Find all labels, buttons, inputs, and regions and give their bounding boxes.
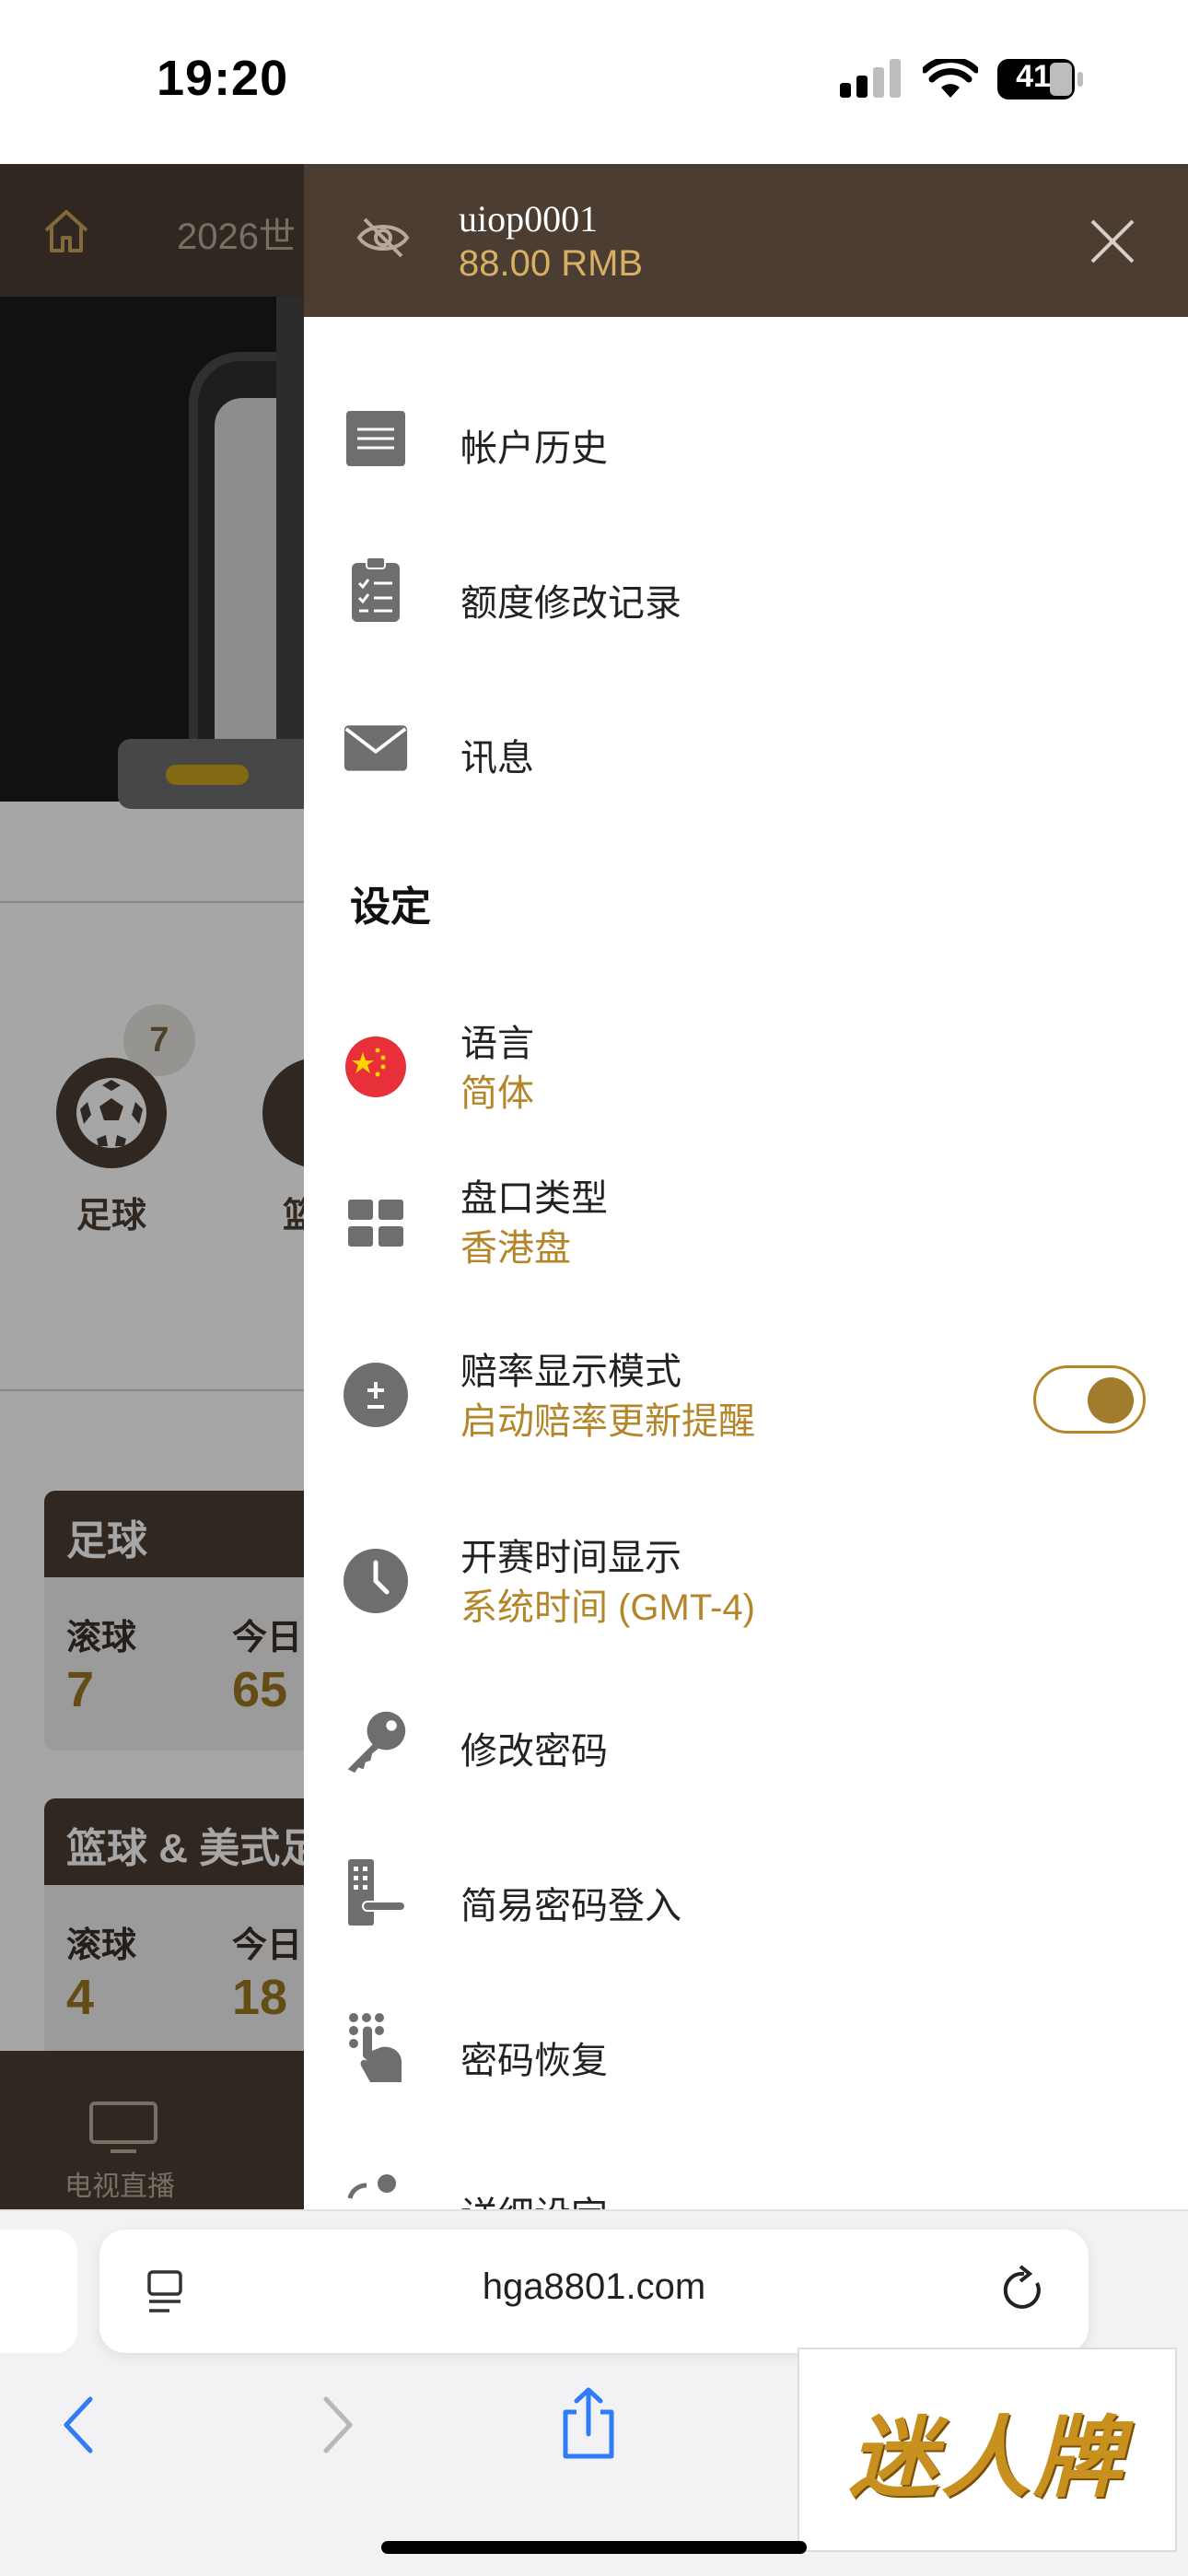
menu-item-account-history[interactable]: 帐户历史 bbox=[304, 383, 1188, 494]
setting-label: 赔率显示模式 bbox=[460, 1352, 681, 1392]
share-icon[interactable] bbox=[556, 2386, 621, 2460]
url-text[interactable]: hga8801.com bbox=[99, 2266, 1089, 2308]
setting-value: 香港盘 bbox=[460, 1228, 571, 1269]
cellular-signal-icon bbox=[840, 59, 901, 98]
clock-icon bbox=[344, 1549, 408, 1613]
battery-percentage: 41 bbox=[1016, 59, 1051, 94]
odds-update-alert-toggle[interactable] bbox=[1033, 1365, 1146, 1434]
back-arrow-icon[interactable] bbox=[61, 2395, 98, 2454]
clipboard-checklist-icon bbox=[352, 556, 400, 622]
account-balance: 88.00 RMB bbox=[459, 243, 644, 284]
user-settings-icon bbox=[347, 2174, 396, 2199]
envelope-icon bbox=[344, 725, 408, 771]
keypad-hand-icon bbox=[349, 2013, 402, 2082]
address-bar[interactable]: hga8801.com bbox=[99, 2230, 1089, 2353]
china-flag-icon bbox=[345, 1036, 406, 1097]
forward-arrow-icon[interactable] bbox=[319, 2395, 355, 2454]
setting-language[interactable]: 语言 简体 bbox=[304, 999, 1188, 1137]
setting-value: 启动赔率更新提醒 bbox=[460, 1401, 755, 1442]
setting-password-recovery[interactable]: 密码恢复 bbox=[304, 1994, 1188, 2104]
setting-label: 开赛时间显示 bbox=[460, 1538, 681, 1578]
status-bar: 19:20 41 bbox=[0, 0, 1188, 164]
setting-change-password[interactable]: 修改密码 bbox=[304, 1684, 1188, 1795]
menu-label: 额度修改记录 bbox=[460, 583, 681, 624]
menu-label: 详细设定 bbox=[460, 2185, 608, 2209]
menu-label: 简易密码登入 bbox=[460, 1886, 681, 1926]
home-indicator[interactable] bbox=[381, 2541, 807, 2554]
status-time: 19:20 bbox=[157, 51, 289, 106]
setting-label: 盘口类型 bbox=[460, 1178, 608, 1219]
brand-watermark: 迷人牌 bbox=[798, 2348, 1177, 2552]
menu-label: 帐户历史 bbox=[460, 428, 608, 469]
menu-label: 讯息 bbox=[460, 738, 534, 779]
watermark-text: 迷人牌 bbox=[849, 2405, 1125, 2510]
previous-tab-peek[interactable] bbox=[0, 2230, 77, 2353]
eye-slash-icon[interactable] bbox=[354, 212, 413, 263]
toggle-knob bbox=[1088, 1377, 1134, 1423]
setting-simple-password-login[interactable]: 简易密码登入 bbox=[304, 1839, 1188, 1950]
menu-item-messages[interactable]: 讯息 bbox=[304, 693, 1188, 803]
menu-label: 密码恢复 bbox=[460, 2041, 608, 2081]
door-lock-icon bbox=[348, 1859, 406, 1926]
drawer-header: uiop0001 88.00 RMB bbox=[304, 164, 1188, 317]
menu-label: 修改密码 bbox=[460, 1731, 608, 1772]
close-icon[interactable] bbox=[1087, 216, 1138, 267]
settings-section-title: 设定 bbox=[350, 884, 431, 930]
side-drawer: uiop0001 88.00 RMB 帐户历史 额度修改记录 讯息 设定 语言 … bbox=[304, 164, 1188, 2209]
plus-minus-icon bbox=[344, 1363, 408, 1427]
setting-value: 简体 bbox=[460, 1073, 534, 1114]
setting-value: 系统时间 (GMT-4) bbox=[460, 1587, 755, 1628]
wifi-icon bbox=[923, 59, 978, 98]
reload-icon[interactable] bbox=[1000, 2265, 1048, 2316]
menu-item-credit-history[interactable]: 额度修改记录 bbox=[304, 538, 1188, 649]
setting-odds-type[interactable]: 盘口类型 香港盘 bbox=[304, 1153, 1188, 1292]
key-icon bbox=[347, 1711, 406, 1774]
document-list-icon bbox=[346, 411, 405, 466]
browser-toolbar: hga8801.com 迷人牌 bbox=[0, 2209, 1188, 2576]
setting-kickoff-time[interactable]: 开赛时间显示 系统时间 (GMT-4) bbox=[304, 1513, 1188, 1651]
setting-detailed-settings[interactable]: 详细设定 bbox=[304, 2149, 1188, 2209]
setting-label: 语言 bbox=[460, 1024, 534, 1064]
grid-icon bbox=[348, 1200, 403, 1247]
account-username: uiop0001 bbox=[459, 198, 599, 240]
